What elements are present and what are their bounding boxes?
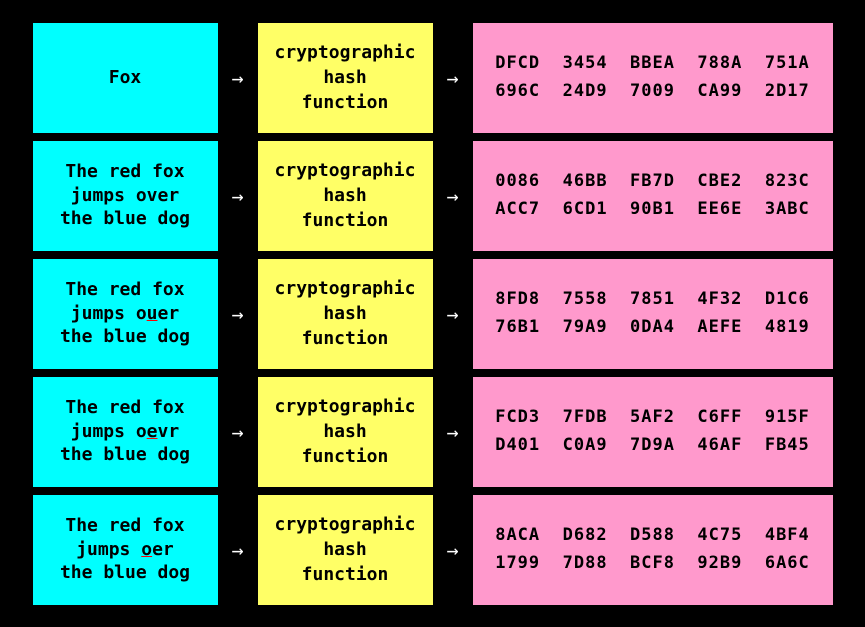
output-text-5: 8ACA D682 D588 4C75 4BF41799 7D88 BCF8 9… bbox=[495, 522, 810, 576]
main-diagram: Fox → cryptographichashfunction → DFCD 3… bbox=[23, 13, 843, 615]
row-5: The red foxjumps oerthe blue dog → crypt… bbox=[33, 495, 833, 605]
input-text-2: The red foxjumps overthe blue dog bbox=[60, 160, 190, 230]
arrow-5b: → bbox=[433, 538, 473, 562]
input-text-5: The red foxjumps oerthe blue dog bbox=[60, 514, 190, 584]
hash-box-2: cryptographichashfunction bbox=[258, 141, 433, 251]
output-box-5: 8ACA D682 D588 4C75 4BF41799 7D88 BCF8 9… bbox=[473, 495, 833, 605]
output-box-3: 8FD8 7558 7851 4F32 D1C676B1 79A9 0DA4 A… bbox=[473, 259, 833, 369]
hash-box-1: cryptographichashfunction bbox=[258, 23, 433, 133]
output-text-4: FCD3 7FDB 5AF2 C6FF 915FD401 C0A9 7D9A 4… bbox=[495, 404, 810, 458]
output-box-2: 0086 46BB FB7D CBE2 823CACC7 6CD1 90B1 E… bbox=[473, 141, 833, 251]
input-text-4: The red foxjumps oevrthe blue dog bbox=[60, 396, 190, 466]
input-box-5: The red foxjumps oerthe blue dog bbox=[33, 495, 218, 605]
input-text-3: The red foxjumps ouerthe blue dog bbox=[60, 278, 190, 348]
output-text-3: 8FD8 7558 7851 4F32 D1C676B1 79A9 0DA4 A… bbox=[495, 286, 810, 340]
input-box-3: The red foxjumps ouerthe blue dog bbox=[33, 259, 218, 369]
row-2: The red foxjumps overthe blue dog → cryp… bbox=[33, 141, 833, 251]
output-text-1: DFCD 3454 BBEA 788A 751A696C 24D9 7009 C… bbox=[495, 50, 810, 104]
hash-box-4: cryptographichashfunction bbox=[258, 377, 433, 487]
arrow-4: → bbox=[218, 420, 258, 444]
arrow-3b: → bbox=[433, 302, 473, 326]
row-3: The red foxjumps ouerthe blue dog → cryp… bbox=[33, 259, 833, 369]
hash-label-4: cryptographichashfunction bbox=[275, 394, 416, 470]
row-1: Fox → cryptographichashfunction → DFCD 3… bbox=[33, 23, 833, 133]
hash-box-3: cryptographichashfunction bbox=[258, 259, 433, 369]
hash-box-5: cryptographichashfunction bbox=[258, 495, 433, 605]
arrow-5: → bbox=[218, 538, 258, 562]
input-box-4: The red foxjumps oevrthe blue dog bbox=[33, 377, 218, 487]
hash-label-2: cryptographichashfunction bbox=[275, 158, 416, 234]
input-box-1: Fox bbox=[33, 23, 218, 133]
arrow-1b: → bbox=[433, 66, 473, 90]
arrow-2: → bbox=[218, 184, 258, 208]
output-box-1: DFCD 3454 BBEA 788A 751A696C 24D9 7009 C… bbox=[473, 23, 833, 133]
arrow-3: → bbox=[218, 302, 258, 326]
hash-label-1: cryptographichashfunction bbox=[275, 40, 416, 116]
hash-label-5: cryptographichashfunction bbox=[275, 512, 416, 588]
arrow-1: → bbox=[218, 66, 258, 90]
input-text-1: Fox bbox=[109, 66, 142, 89]
arrow-4b: → bbox=[433, 420, 473, 444]
output-box-4: FCD3 7FDB 5AF2 C6FF 915FD401 C0A9 7D9A 4… bbox=[473, 377, 833, 487]
row-4: The red foxjumps oevrthe blue dog → cryp… bbox=[33, 377, 833, 487]
input-box-2: The red foxjumps overthe blue dog bbox=[33, 141, 218, 251]
hash-label-3: cryptographichashfunction bbox=[275, 276, 416, 352]
output-text-2: 0086 46BB FB7D CBE2 823CACC7 6CD1 90B1 E… bbox=[495, 168, 810, 222]
arrow-2b: → bbox=[433, 184, 473, 208]
